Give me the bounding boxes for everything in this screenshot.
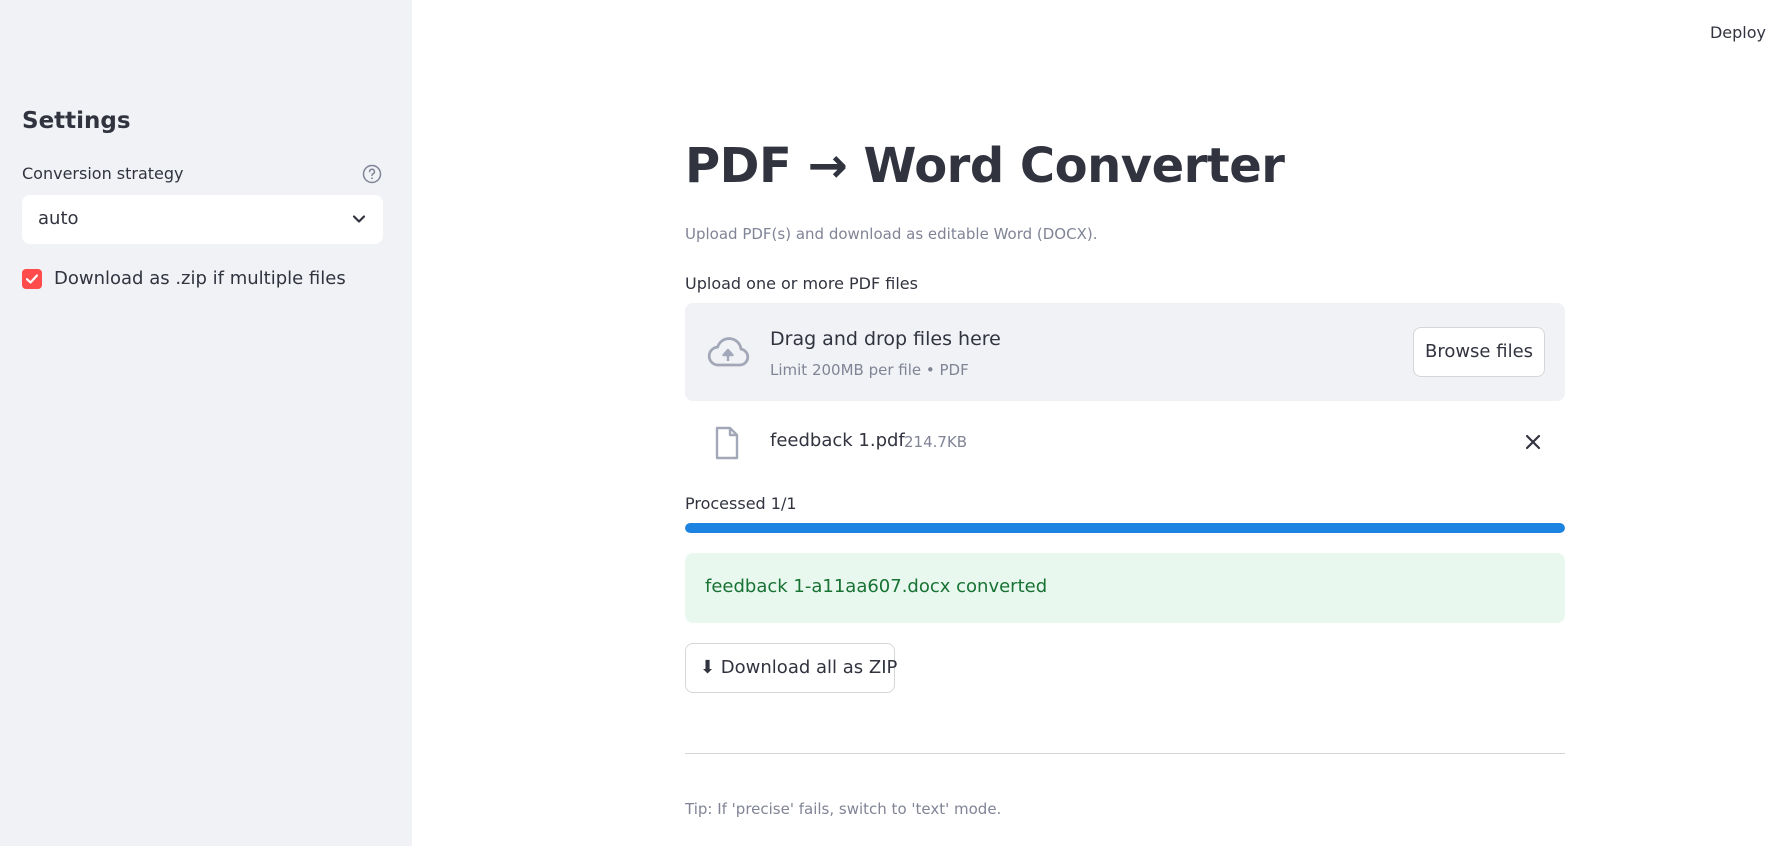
sidebar: Settings Conversion strategy auto Downlo…	[0, 0, 412, 846]
app-root: Settings Conversion strategy auto Downlo…	[0, 0, 1783, 846]
success-alert: feedback 1-a11aa607.docx converted	[685, 553, 1565, 623]
zip-checkbox-label: Download as .zip if multiple files	[54, 268, 346, 289]
file-name: feedback 1.pdf	[770, 430, 905, 451]
file-size: 214.7KB	[904, 433, 968, 451]
dropzone-title: Drag and drop files here	[770, 328, 1001, 350]
file-icon	[715, 426, 739, 460]
cloud-upload-icon	[707, 337, 750, 367]
progress-bar-fill	[685, 523, 1565, 533]
progress-label: Processed 1/1	[685, 494, 797, 513]
help-icon[interactable]	[362, 164, 382, 184]
tip-text: Tip: If 'precise' fails, switch to 'text…	[685, 800, 1002, 818]
close-icon[interactable]	[1523, 432, 1543, 452]
page-subtitle: Upload PDF(s) and download as editable W…	[685, 225, 1098, 243]
sidebar-title: Settings	[22, 108, 131, 134]
divider	[685, 753, 1565, 754]
strategy-select[interactable]: auto	[22, 195, 383, 244]
uploaded-file-row: feedback 1.pdf 214.7KB	[685, 420, 1565, 464]
chevron-down-icon	[352, 215, 366, 223]
deploy-button[interactable]: Deploy	[1710, 23, 1766, 42]
strategy-select-value: auto	[38, 208, 79, 229]
uploader-label: Upload one or more PDF files	[685, 274, 918, 293]
main-content: PDF → Word Converter Upload PDF(s) and d…	[685, 0, 1565, 846]
file-dropzone[interactable]: Drag and drop files here Limit 200MB per…	[685, 303, 1565, 401]
checkmark-icon	[25, 274, 39, 284]
zip-checkbox[interactable]	[22, 269, 42, 289]
success-message: feedback 1-a11aa607.docx converted	[705, 576, 1048, 597]
browse-files-button[interactable]: Browse files	[1413, 327, 1545, 377]
dropzone-subtitle: Limit 200MB per file • PDF	[770, 361, 969, 379]
progress-bar	[685, 523, 1565, 533]
strategy-label: Conversion strategy	[22, 164, 184, 183]
page-title: PDF → Word Converter	[685, 138, 1285, 194]
download-zip-button[interactable]: ⬇ Download all as ZIP	[685, 643, 897, 693]
